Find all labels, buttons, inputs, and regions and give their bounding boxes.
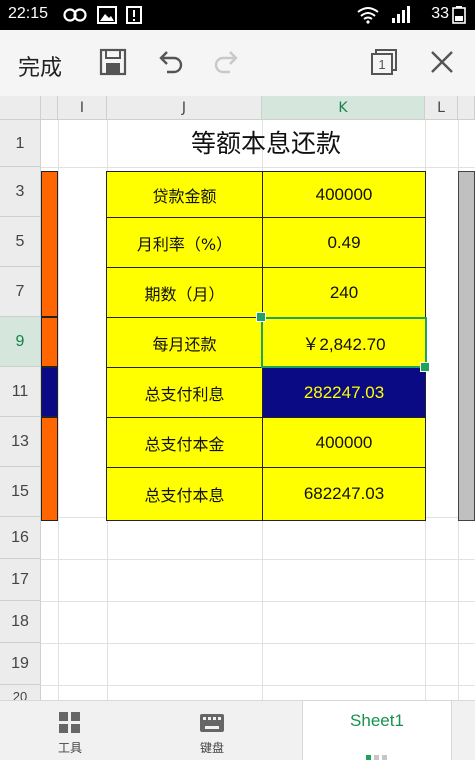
close-icon[interactable]: [427, 47, 457, 77]
page-dot-active: [366, 755, 371, 760]
save-icon[interactable]: [98, 47, 128, 77]
grid-line: [41, 559, 475, 560]
row-header-18[interactable]: 18: [0, 601, 41, 643]
label-cell-total-principal[interactable]: 总支付本金: [106, 417, 263, 468]
status-bar: 22:15 33: [0, 0, 475, 30]
row-header-9[interactable]: 9: [0, 317, 41, 367]
value-cell-total-principal[interactable]: 400000: [262, 417, 426, 468]
right-bar-gray[interactable]: [458, 171, 475, 521]
image-icon: [97, 6, 117, 24]
status-time: 22:15: [8, 5, 49, 22]
row-header-11[interactable]: 11: [0, 367, 41, 417]
alert-icon: [126, 6, 142, 24]
grid-line: [58, 120, 59, 700]
value-cell-periods[interactable]: 240: [262, 267, 426, 318]
keyboard-button[interactable]: 键盘: [182, 701, 242, 760]
column-header-hidden[interactable]: [41, 96, 58, 120]
redo-icon[interactable]: [212, 47, 242, 77]
label-cell-loan-amount[interactable]: 贷款金额: [106, 171, 263, 218]
label-cell-monthly-rate[interactable]: 月利率（%）: [106, 217, 263, 268]
selection-box: [261, 317, 427, 368]
tools-button[interactable]: 工具: [40, 701, 100, 760]
label-cell-total-payment[interactable]: 总支付本息: [106, 467, 263, 521]
value-cell-loan-amount[interactable]: 400000: [262, 171, 426, 218]
left-bar-orange-bottom[interactable]: [41, 417, 58, 521]
battery-icon: [452, 6, 466, 24]
tools-label: 工具: [57, 741, 82, 755]
value-cell-total-interest[interactable]: 282247.03: [262, 367, 426, 418]
label-cell-periods[interactable]: 期数（月）: [106, 267, 263, 318]
row-header-20[interactable]: 20: [0, 685, 41, 700]
column-header-j[interactable]: J: [107, 96, 262, 120]
row-header-15[interactable]: 15: [0, 467, 41, 517]
row-header-3[interactable]: 3: [0, 167, 41, 217]
grid-line: [41, 685, 475, 686]
wifi-icon: [357, 7, 379, 24]
window-count: 1: [378, 57, 386, 72]
value-cell-monthly-rate[interactable]: 0.49: [262, 217, 426, 268]
column-header-i[interactable]: I: [58, 96, 107, 120]
keyboard-label: 键盘: [199, 741, 224, 755]
page-indicator: [366, 745, 390, 760]
label-cell-monthly-payment[interactable]: 每月还款: [106, 317, 263, 368]
spreadsheet-grid[interactable]: I J K L 1 3 5 7 9 11 13 15 16 17 18 19 2…: [0, 96, 475, 700]
grid-line: [41, 601, 475, 602]
row-header-7[interactable]: 7: [0, 267, 41, 317]
toolbar: 完成 1: [0, 30, 475, 96]
grid-line: [41, 643, 475, 644]
left-bar-navy[interactable]: [41, 367, 58, 417]
column-header-k[interactable]: K: [262, 96, 425, 120]
value-cell-total-payment[interactable]: 682247.03: [262, 467, 426, 521]
label-cell-total-interest[interactable]: 总支付利息: [106, 367, 263, 418]
row-header-19[interactable]: 19: [0, 643, 41, 685]
infinity-icon: [63, 8, 87, 22]
grid-line: [41, 167, 475, 168]
selection-handle-top[interactable]: [256, 312, 266, 322]
column-header-l[interactable]: L: [425, 96, 458, 120]
battery-level: 33: [431, 5, 449, 22]
row-header-13[interactable]: 13: [0, 417, 41, 467]
selection-handle-bottom[interactable]: [420, 362, 430, 372]
left-bar-orange-top[interactable]: [41, 171, 58, 317]
row-header-17[interactable]: 17: [0, 559, 41, 601]
row-header-16[interactable]: 16: [0, 517, 41, 559]
grid-tools-icon: [59, 712, 80, 733]
sheet-tab-name: Sheet1: [350, 711, 404, 730]
bottom-bar: 工具 键盘 Sheet1: [0, 700, 475, 760]
signal-icon: [392, 6, 410, 23]
row-header-1[interactable]: 1: [0, 120, 41, 167]
row-header-5[interactable]: 5: [0, 217, 41, 267]
page-dot: [382, 755, 387, 760]
column-header-m[interactable]: [458, 96, 475, 120]
keyboard-icon: [200, 714, 224, 732]
select-all-corner[interactable]: [0, 96, 41, 120]
done-button[interactable]: 完成: [18, 50, 62, 82]
sheet-title[interactable]: 等额本息还款: [107, 124, 425, 164]
undo-icon[interactable]: [155, 47, 185, 77]
page-dot: [374, 755, 379, 760]
left-bar-orange-row9[interactable]: [41, 317, 58, 367]
